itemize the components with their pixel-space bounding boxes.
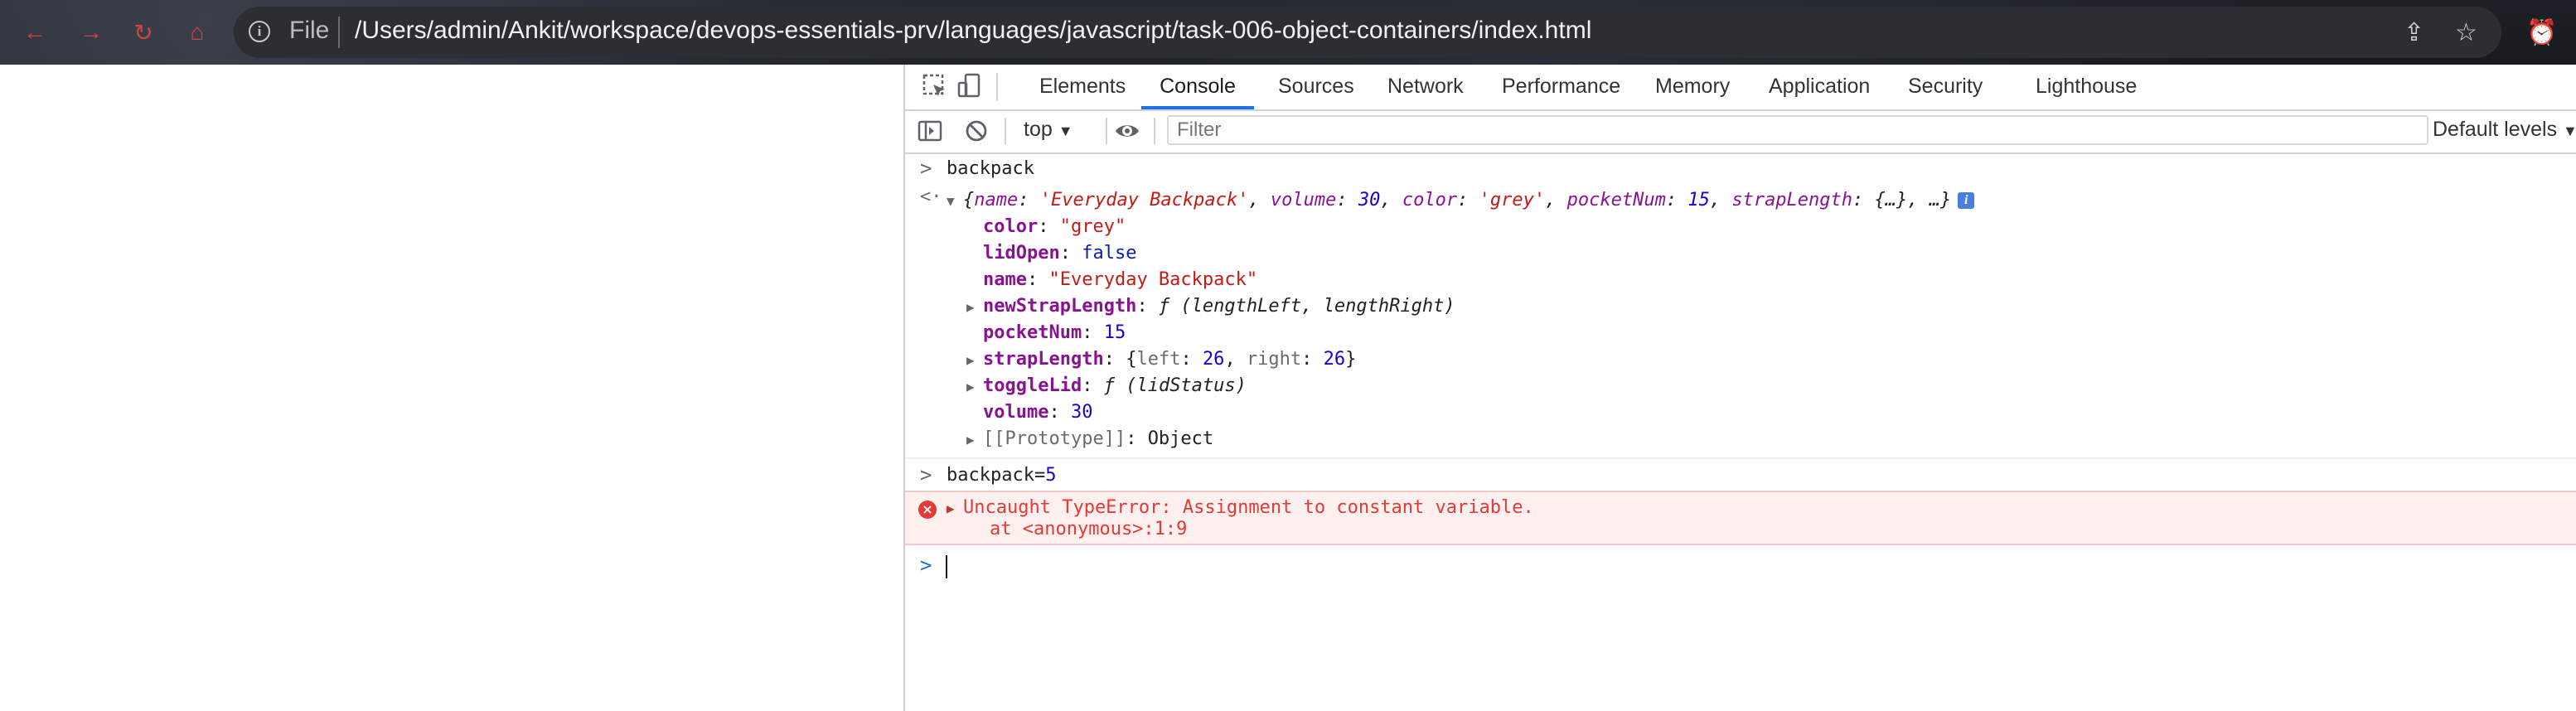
property-newstraplength[interactable]: ▶ newStrapLength: ƒ (lengthLeft, lengthRi…	[966, 296, 1455, 317]
property-volume: volume: 30	[983, 402, 1093, 423]
log-levels-label: Default levels	[2433, 118, 2558, 141]
prompt-chevron-icon: >	[920, 554, 932, 577]
error-text: Uncaught TypeError: Assignment to consta…	[963, 497, 1534, 518]
star-icon[interactable]: ☆	[2455, 18, 2477, 47]
tab-application[interactable]: Application	[1767, 65, 1871, 109]
error-message[interactable]: × ▶ Uncaught TypeError: Assignment to con…	[905, 491, 2576, 545]
tab-memory[interactable]: Memory	[1654, 65, 1731, 109]
property-pocketnum: pocketNum: 15	[983, 322, 1126, 343]
toolbar-separator	[1154, 118, 1155, 144]
prompt-chevron-icon: >	[920, 157, 932, 180]
object-summary[interactable]: ▼ {name: 'Everyday Backpack', volume: 30,…	[947, 190, 1975, 210]
toolbar-separator	[1106, 118, 1107, 144]
expand-triangle-icon[interactable]: ▶	[966, 299, 983, 315]
info-icon[interactable]: i	[249, 21, 270, 42]
tab-elements[interactable]: Elements	[1038, 65, 1127, 109]
info-badge-icon[interactable]: i	[1958, 192, 1975, 209]
expand-triangle-icon[interactable]: ▼	[947, 193, 963, 209]
tab-security[interactable]: Security	[1906, 65, 1984, 109]
chevron-down-icon: ▼	[1058, 123, 1073, 139]
property-lidopen: lidOpen: false	[983, 243, 1137, 264]
tab-lighthouse[interactable]: Lighthouse	[2034, 65, 2138, 109]
expand-triangle-icon[interactable]: ▶	[966, 432, 983, 447]
expand-triangle-icon[interactable]: ▶	[966, 379, 983, 394]
devtools-tab-bar: Elements Console Sources Network Perform…	[905, 65, 2576, 111]
forward-arrow-icon[interactable]: →	[75, 16, 108, 49]
result-arrow-icon: <·	[920, 186, 942, 207]
expand-triangle-icon[interactable]: ▶	[966, 352, 983, 368]
back-arrow-icon[interactable]: ←	[18, 16, 51, 49]
property-togglelid[interactable]: ▶ toggleLid: ƒ (lidStatus)	[966, 375, 1247, 396]
browser-toolbar: ← → ↻ ⌂ i File /Users/admin/Ankit/worksp…	[0, 0, 2576, 65]
toolbar-separator	[1005, 118, 1006, 144]
prompt-chevron-icon: >	[920, 463, 932, 486]
tab-separator	[996, 73, 998, 101]
error-location: at <anonymous>:1:9	[990, 519, 1188, 539]
file-scheme-label: File	[289, 17, 330, 44]
command-number: 5	[1045, 465, 1057, 486]
expand-triangle-icon[interactable]: ▶	[947, 501, 963, 516]
context-value: top	[1024, 118, 1053, 141]
property-name: name: "Everyday Backpack"	[983, 269, 1258, 290]
error-icon: ×	[918, 501, 937, 519]
console-toolbar: top ▼ Default levels ▼	[905, 111, 2576, 154]
address-separator	[338, 17, 340, 48]
tab-sources[interactable]: Sources	[1276, 65, 1356, 109]
context-selector[interactable]: top ▼	[1024, 118, 1073, 142]
text-cursor	[946, 555, 947, 578]
sidebar-toggle-icon[interactable]	[917, 118, 943, 144]
tab-console[interactable]: Console	[1141, 65, 1254, 109]
property-color: color: "grey"	[983, 216, 1126, 237]
home-icon[interactable]: ⌂	[181, 16, 214, 49]
filter-input[interactable]	[1169, 117, 2427, 143]
tab-network[interactable]: Network	[1386, 65, 1465, 109]
device-toolbar-icon[interactable]	[956, 73, 983, 99]
reload-icon[interactable]: ↻	[127, 16, 160, 49]
eye-icon[interactable]	[1114, 118, 1140, 144]
property-straplength[interactable]: ▶ strapLength: {left: 26, right: 26}	[966, 349, 1356, 370]
chevron-down-icon: ▼	[2563, 123, 2576, 139]
command-text: backpack=	[947, 465, 1046, 486]
property-prototype[interactable]: ▶ [[Prototype]]: Object	[966, 428, 1213, 449]
log-levels-dropdown[interactable]: Default levels ▼	[2433, 118, 2576, 142]
filter-input-box[interactable]	[1167, 115, 2428, 145]
url-text[interactable]: /Users/admin/Ankit/workspace/devops-esse…	[355, 17, 1591, 45]
extension-icon[interactable]: ⏰	[2526, 18, 2557, 47]
clear-console-icon[interactable]	[963, 118, 990, 144]
command-text: backpack	[947, 158, 1034, 179]
share-icon[interactable]: ⇪	[2404, 18, 2424, 47]
row-divider	[905, 457, 2576, 459]
tab-performance[interactable]: Performance	[1500, 65, 1622, 109]
inspect-element-icon[interactable]	[922, 73, 948, 99]
devtools-panel: Elements Console Sources Network Perform…	[903, 65, 2576, 711]
